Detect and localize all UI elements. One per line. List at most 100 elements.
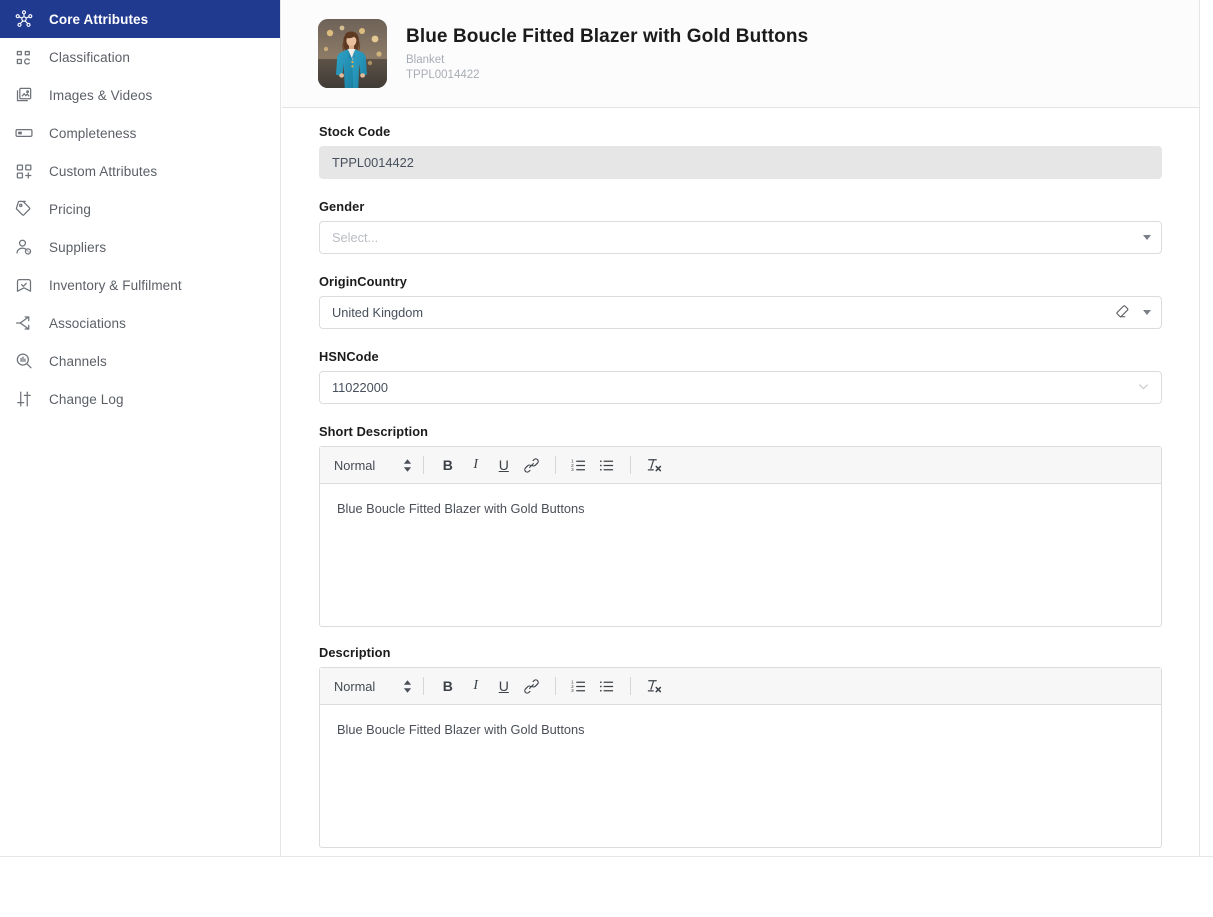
sidebar-item-label: Pricing bbox=[49, 201, 91, 217]
stock-code-input: TPPL0014422 bbox=[319, 146, 1162, 179]
sidebar-item-change-log[interactable]: Change Log bbox=[0, 380, 280, 418]
field-label: HSNCode bbox=[319, 349, 379, 364]
toolbar-divider bbox=[630, 677, 632, 695]
sidebar-item-associations[interactable]: Associations bbox=[0, 304, 280, 342]
product-header: Blue Boucle Fitted Blazer with Gold Butt… bbox=[282, 0, 1200, 108]
app-root: Core Attributes Classification Images & … bbox=[0, 0, 1213, 917]
updown-arrows-icon[interactable] bbox=[403, 679, 412, 693]
panel-right-border bbox=[1199, 0, 1200, 856]
editor-toolbar: Normal B I U 1 2 3 bbox=[320, 668, 1161, 705]
sidebar-item-pricing[interactable]: Pricing bbox=[0, 190, 280, 228]
bottom-divider bbox=[0, 856, 1213, 857]
chevron-down-icon[interactable] bbox=[1143, 235, 1151, 240]
chevron-down-icon[interactable] bbox=[1136, 379, 1151, 397]
gender-select[interactable]: Select... bbox=[319, 221, 1162, 254]
field-label: Stock Code bbox=[319, 124, 391, 139]
bold-button[interactable]: B bbox=[435, 674, 460, 699]
sidebar-item-core-attributes[interactable]: Core Attributes bbox=[0, 0, 280, 38]
eraser-icon[interactable] bbox=[1114, 303, 1131, 323]
link-icon[interactable] bbox=[519, 674, 544, 699]
sidebar-nav: Core Attributes Classification Images & … bbox=[0, 0, 281, 856]
sidebar-item-label: Suppliers bbox=[49, 239, 107, 255]
ordered-list-icon[interactable]: 1 2 3 bbox=[566, 674, 591, 699]
origin-country-value: United Kingdom bbox=[332, 305, 424, 320]
toolbar-divider bbox=[423, 677, 425, 695]
image-stack-icon bbox=[13, 84, 35, 106]
sidebar-item-label: Completeness bbox=[49, 125, 137, 141]
short-description-content[interactable]: Blue Boucle Fitted Blazer with Gold Butt… bbox=[320, 484, 1161, 626]
sidebar-item-inventory-fulfilment[interactable]: Inventory & Fulfilment bbox=[0, 266, 280, 304]
sidebar-item-suppliers[interactable]: Suppliers bbox=[0, 228, 280, 266]
field-label: Gender bbox=[319, 199, 365, 214]
search-chart-icon bbox=[13, 350, 35, 372]
toolbar-divider bbox=[630, 456, 632, 474]
format-select-value: Normal bbox=[334, 457, 376, 473]
editor-toolbar: Normal B I U 1 2 3 bbox=[320, 447, 1161, 484]
stock-code-value: TPPL0014422 bbox=[332, 155, 414, 170]
hsn-code-value: 11022000 bbox=[332, 380, 388, 395]
italic-button[interactable]: I bbox=[463, 453, 488, 478]
sidebar-item-label: Inventory & Fulfilment bbox=[49, 277, 182, 293]
toolbar-divider bbox=[555, 677, 557, 695]
sidebar-item-label: Classification bbox=[49, 49, 130, 65]
sidebar-item-label: Custom Attributes bbox=[49, 163, 158, 179]
underline-button[interactable]: U bbox=[491, 674, 516, 699]
ordered-list-icon[interactable]: 1 2 3 bbox=[566, 453, 591, 478]
sidebar-item-completeness[interactable]: Completeness bbox=[0, 114, 280, 152]
sliders-icon bbox=[13, 388, 35, 410]
field-hsn-code: HSNCode 11022000 bbox=[319, 349, 1162, 404]
sidebar-item-channels[interactable]: Channels bbox=[0, 342, 280, 380]
field-label: Description bbox=[319, 645, 391, 660]
arrows-split-icon bbox=[13, 312, 35, 334]
field-short-description: Short Description Normal B I U 1 2 3 Blu… bbox=[319, 424, 1162, 627]
sidebar-item-images-videos[interactable]: Images & Videos bbox=[0, 76, 280, 114]
product-thumbnail-image bbox=[318, 19, 387, 88]
bullet-list-icon[interactable] bbox=[594, 453, 619, 478]
format-select-value: Normal bbox=[334, 678, 376, 694]
box-check-icon bbox=[13, 274, 35, 296]
italic-button[interactable]: I bbox=[463, 674, 488, 699]
user-badge-icon bbox=[13, 236, 35, 258]
toolbar-divider bbox=[423, 456, 425, 474]
format-select[interactable]: Normal bbox=[334, 458, 423, 473]
format-select[interactable]: Normal bbox=[334, 679, 423, 694]
sidebar-item-custom-attributes[interactable]: Custom Attributes bbox=[0, 152, 280, 190]
updown-arrows-icon[interactable] bbox=[403, 458, 412, 472]
description-editor[interactable]: Normal B I U 1 2 3 Blue Boucle Fitted Bl… bbox=[319, 667, 1162, 848]
network-node-icon bbox=[13, 8, 35, 30]
svg-text:3: 3 bbox=[571, 467, 574, 472]
svg-text:3: 3 bbox=[571, 688, 574, 693]
underline-button[interactable]: U bbox=[491, 453, 516, 478]
gender-placeholder: Select... bbox=[332, 230, 379, 245]
progress-bar-icon bbox=[13, 122, 35, 144]
short-description-editor[interactable]: Normal B I U 1 2 3 Blue Boucle Fitted Bl… bbox=[319, 446, 1162, 627]
product-sku: TPPL0014422 bbox=[406, 69, 480, 81]
sidebar-item-label: Associations bbox=[49, 315, 126, 331]
page-title: Blue Boucle Fitted Blazer with Gold Butt… bbox=[406, 26, 809, 47]
description-content[interactable]: Blue Boucle Fitted Blazer with Gold Butt… bbox=[320, 705, 1161, 847]
field-gender: Gender Select... bbox=[319, 199, 1162, 254]
sidebar-item-classification[interactable]: Classification bbox=[0, 38, 280, 76]
sidebar-item-label: Core Attributes bbox=[49, 11, 149, 27]
clear-formatting-icon[interactable] bbox=[641, 453, 666, 478]
field-origin-country: OriginCountry United Kingdom bbox=[319, 274, 1162, 329]
bullet-list-icon[interactable] bbox=[594, 674, 619, 699]
field-stock-code: Stock Code TPPL0014422 bbox=[319, 124, 1162, 179]
product-thumbnail[interactable] bbox=[318, 19, 387, 88]
hsn-code-select[interactable]: 11022000 bbox=[319, 371, 1162, 404]
link-icon[interactable] bbox=[519, 453, 544, 478]
bold-button[interactable]: B bbox=[435, 453, 460, 478]
clear-formatting-icon[interactable] bbox=[641, 674, 666, 699]
sidebar-item-label: Channels bbox=[49, 353, 107, 369]
grid-blocks-icon bbox=[13, 46, 35, 68]
toolbar-divider bbox=[555, 456, 557, 474]
origin-country-select[interactable]: United Kingdom bbox=[319, 296, 1162, 329]
chevron-down-icon[interactable] bbox=[1143, 310, 1151, 315]
price-tag-icon bbox=[13, 198, 35, 220]
sidebar-item-label: Images & Videos bbox=[49, 87, 153, 103]
field-description: Description Normal B I U 1 2 3 Blue Bouc… bbox=[319, 645, 1162, 848]
